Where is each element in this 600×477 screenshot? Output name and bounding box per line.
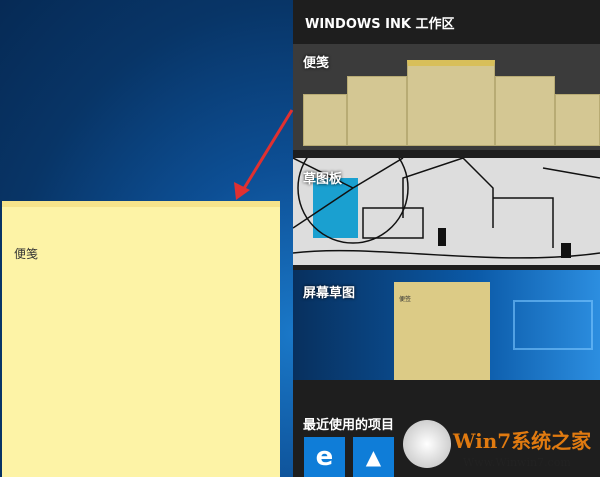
sketchpad-label: 草图板 xyxy=(303,172,343,187)
sticky-notes-tile[interactable]: 便笺 xyxy=(293,44,600,150)
sticky-note-preview: 便签 xyxy=(394,282,490,380)
note-preview xyxy=(303,94,347,146)
panel-title: WINDOWS INK 工作区 xyxy=(305,17,455,32)
red-arrow-annotation xyxy=(234,109,294,200)
sticky-note-text[interactable]: 便笺 xyxy=(14,245,38,262)
photos-icon[interactable]: ▲ xyxy=(353,437,394,477)
windows-logo-icon xyxy=(403,420,451,468)
watermark-url: Www.Winwin7.com xyxy=(463,456,571,469)
note-preview xyxy=(407,60,495,146)
sketchpad-tile[interactable]: 草图板 xyxy=(293,158,600,265)
edge-icon[interactable]: e xyxy=(304,437,345,477)
note-preview xyxy=(555,94,600,146)
watermark: Win7系统之家 Www.Winwin7.com xyxy=(403,420,600,477)
recent-items-label: 最近使用的项目 xyxy=(303,418,395,433)
watermark-brand: Win7系统之家 xyxy=(453,429,592,453)
windows-ink-workspace: WINDOWS INK 工作区 便笺 草图板 屏幕草图 便签 最近使用的项目 e… xyxy=(293,0,600,477)
screen-sketch-tile[interactable]: 屏幕草图 便签 xyxy=(293,270,600,380)
sticky-notes-label: 便笺 xyxy=(303,56,330,71)
note-preview xyxy=(495,76,555,146)
windows-logo-wallpaper xyxy=(513,300,593,350)
sticky-note-preview-text: 便签 xyxy=(399,296,412,303)
sticky-note[interactable]: 便笺 xyxy=(2,201,280,477)
note-preview xyxy=(347,76,407,146)
screen-sketch-label: 屏幕草图 xyxy=(303,286,356,301)
